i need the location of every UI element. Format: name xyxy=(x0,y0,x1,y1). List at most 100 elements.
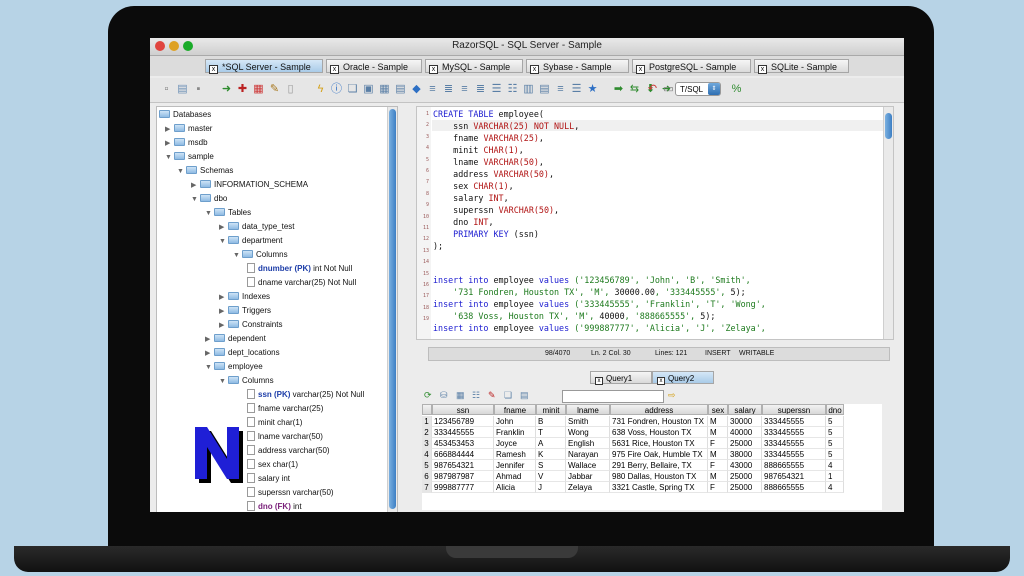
table-cell[interactable]: 123456789 xyxy=(432,416,494,427)
search-go-icon[interactable]: ⇨ xyxy=(668,390,676,401)
table-cell[interactable]: Joyce xyxy=(494,438,536,449)
table-cell[interactable]: Smith xyxy=(566,416,610,427)
table-cell[interactable]: Ahmad xyxy=(494,471,536,482)
table-cell[interactable]: 38000 xyxy=(728,449,762,460)
tree-item[interactable]: ▼ sample xyxy=(165,151,214,163)
table-cell[interactable]: A xyxy=(536,438,566,449)
table-view-icon[interactable]: ▦ xyxy=(456,390,465,401)
tree-item[interactable]: ▼ Columns xyxy=(219,375,274,387)
row-number[interactable]: 4 xyxy=(422,449,432,460)
table-cell[interactable]: 25000 xyxy=(728,471,762,482)
favorite-icon[interactable]: ★ xyxy=(586,83,599,95)
database-icon[interactable]: ▦ xyxy=(252,83,265,95)
export-icon[interactable]: ▤ xyxy=(520,390,529,401)
tab-close-icon[interactable]: x xyxy=(330,65,339,74)
tab-close-icon[interactable]: x xyxy=(657,377,665,385)
tab-close-icon[interactable]: x xyxy=(209,65,218,74)
tree-scroll-thumb[interactable] xyxy=(389,109,396,509)
percent-icon[interactable]: % xyxy=(730,83,743,95)
tree-item[interactable]: ▶ Triggers xyxy=(219,305,271,317)
table-cell[interactable]: 888665555 xyxy=(762,482,826,493)
table-icon[interactable]: ▦ xyxy=(378,83,391,95)
sort-icon[interactable]: ☰ xyxy=(570,83,583,95)
sql-editor[interactable]: 1 2 3 4 5 6 7 8 9 10 11 12 13 14 15 16 17 18 19 CREATE TAB… xyxy=(416,106,894,340)
table-cell[interactable]: M xyxy=(708,449,728,460)
collapse-arrow-icon[interactable]: ▶ xyxy=(191,180,200,192)
collapse-arrow-icon[interactable]: ▶ xyxy=(219,222,228,234)
tree-item[interactable]: superssn varchar(50) xyxy=(247,487,334,499)
table-cell[interactable]: 333445555 xyxy=(762,449,826,460)
column-header[interactable]: lname xyxy=(566,404,610,415)
table-cell[interactable]: English xyxy=(566,438,610,449)
tree-item[interactable]: ▶ Constraints xyxy=(219,319,282,331)
table-cell[interactable]: Wong xyxy=(566,427,610,438)
collapse-arrow-icon[interactable]: ▶ xyxy=(165,124,174,136)
lightning-icon[interactable]: ϟ xyxy=(314,83,327,95)
table-cell[interactable]: 5 xyxy=(826,427,844,438)
filter-icon[interactable]: ⛁ xyxy=(440,390,448,401)
tree-item[interactable]: ▶ data_type_test xyxy=(219,221,294,233)
tree-item[interactable]: ▶ dept_locations xyxy=(205,347,280,359)
indent-icon[interactable]: ≡ xyxy=(426,83,439,95)
table-cell[interactable]: Wallace xyxy=(566,460,610,471)
row-number[interactable]: 2 xyxy=(422,427,432,438)
table-cell[interactable]: 453453453 xyxy=(432,438,494,449)
table-cell[interactable]: T xyxy=(536,427,566,438)
row-number[interactable]: 3 xyxy=(422,438,432,449)
collapse-arrow-icon[interactable]: ▶ xyxy=(205,334,214,346)
table-cell[interactable]: 999887777 xyxy=(432,482,494,493)
table-cell[interactable]: 987654321 xyxy=(762,471,826,482)
outdent-icon[interactable]: ≣ xyxy=(442,83,455,95)
lines-icon[interactable]: ≡ xyxy=(554,83,567,95)
table-cell[interactable]: Franklin xyxy=(494,427,536,438)
table-cell[interactable]: 5 xyxy=(826,449,844,460)
table-cell[interactable]: 4 xyxy=(826,482,844,493)
execute-all-icon[interactable]: ⇆ xyxy=(628,83,641,95)
table-cell[interactable]: 5 xyxy=(826,416,844,427)
copy-icon[interactable]: ❏ xyxy=(346,83,359,95)
collapse-arrow-icon[interactable]: ▶ xyxy=(165,138,174,150)
tree-item[interactable]: ▼ dbo xyxy=(191,193,227,205)
tree-item[interactable]: ssn (PK) varchar(25) Not Null xyxy=(247,389,364,401)
collapse-arrow-icon[interactable]: ▶ xyxy=(219,306,228,318)
tree-item[interactable]: salary int xyxy=(247,473,290,485)
execute-icon[interactable]: ➡ xyxy=(612,83,625,95)
tree-item[interactable]: ▶ msdb xyxy=(165,137,208,149)
expand-arrow-icon[interactable]: ▼ xyxy=(205,362,214,374)
table-cell[interactable]: 638 Voss, Houston TX xyxy=(610,427,708,438)
new-file-icon[interactable]: ▫ xyxy=(160,83,173,95)
expand-arrow-icon[interactable]: ▼ xyxy=(219,376,228,388)
add-row-icon[interactable]: ☷ xyxy=(472,390,480,401)
tab-query1[interactable]: x Query1 xyxy=(590,371,652,385)
row-number[interactable]: 6 xyxy=(422,471,432,482)
delete-row-icon[interactable]: ✎ xyxy=(488,390,496,401)
column-header[interactable]: sex xyxy=(708,404,728,415)
file-icon[interactable]: ▯ xyxy=(284,83,297,95)
expand-arrow-icon[interactable]: ▼ xyxy=(165,152,174,164)
tab-query2[interactable]: x Query2 xyxy=(652,371,714,385)
table-cell[interactable]: 3321 Castle, Spring TX xyxy=(610,482,708,493)
table-cell[interactable]: 25000 xyxy=(728,482,762,493)
tab-close-icon[interactable]: x xyxy=(595,377,603,385)
info-icon[interactable]: ⓘ xyxy=(330,83,343,95)
tab-close-icon[interactable]: x xyxy=(636,65,645,74)
tree-root[interactable]: Databases xyxy=(159,109,211,121)
column-header[interactable]: dno xyxy=(826,404,844,415)
comment-icon[interactable]: ≡ xyxy=(458,83,471,95)
history-icon[interactable]: ▭ xyxy=(662,83,675,95)
tree-item[interactable]: sex char(1) xyxy=(247,459,298,471)
edit-icon[interactable]: ✎ xyxy=(268,83,281,95)
tree-item[interactable]: dname varchar(25) Not Null xyxy=(247,277,356,289)
paste-icon[interactable]: ▣ xyxy=(362,83,375,95)
column-header[interactable]: address xyxy=(610,404,708,415)
table-cell[interactable]: 1 xyxy=(826,471,844,482)
tab-sql-server[interactable]: x *SQL Server - Sample xyxy=(205,59,323,74)
tree-item[interactable]: ▼ department xyxy=(219,235,282,247)
table-cell[interactable]: 43000 xyxy=(728,460,762,471)
table-cell[interactable]: Jennifer xyxy=(494,460,536,471)
connect-icon[interactable]: ➜ xyxy=(220,83,233,95)
tree-item[interactable]: lname varchar(50) xyxy=(247,431,323,443)
table-cell[interactable]: M xyxy=(708,416,728,427)
table-cell[interactable]: Ramesh xyxy=(494,449,536,460)
tab-close-icon[interactable]: x xyxy=(758,65,767,74)
